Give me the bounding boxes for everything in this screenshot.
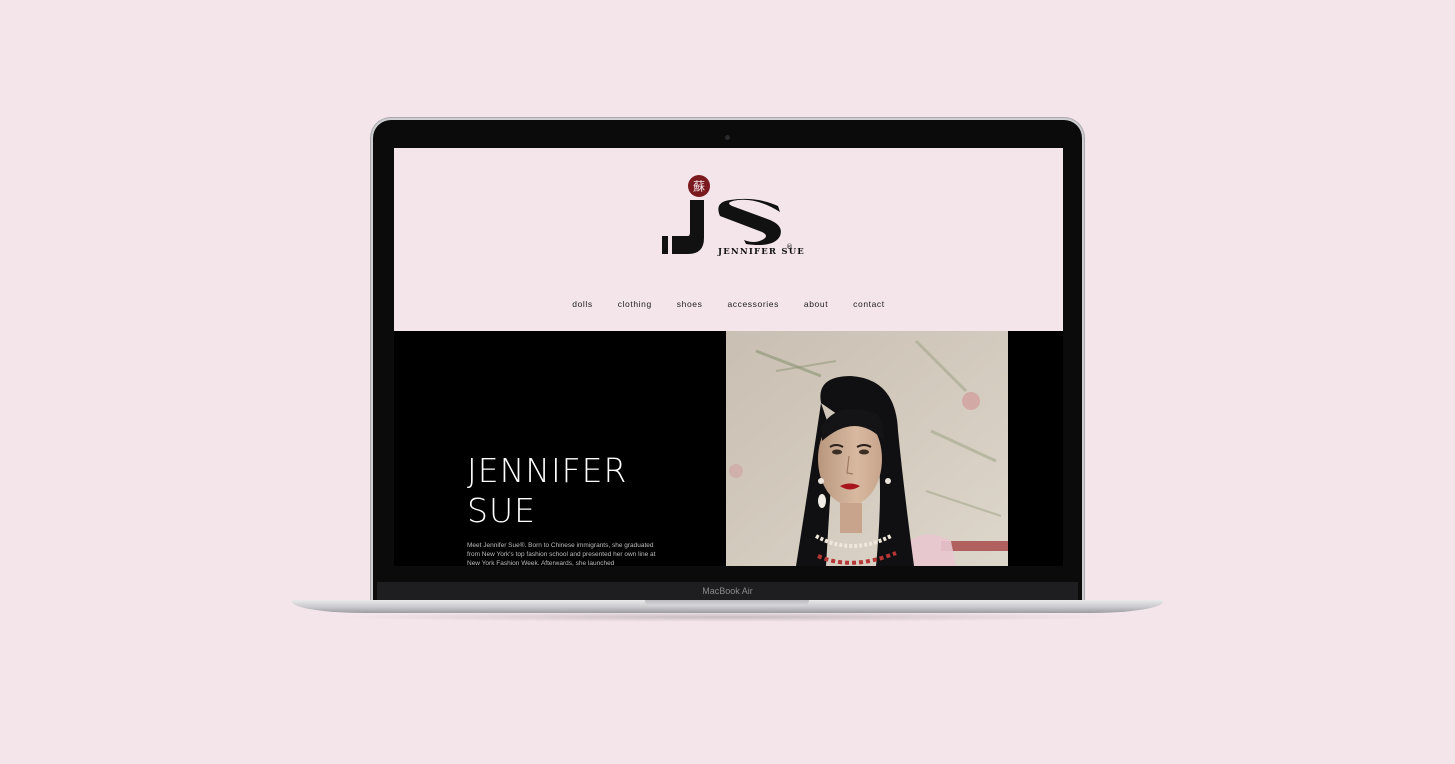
nav-item-accessories[interactable]: accessories <box>727 299 778 309</box>
device-label: MacBook Air <box>702 586 753 596</box>
laptop-shadow <box>330 612 1125 622</box>
laptop-chin: MacBook Air <box>377 582 1078 600</box>
seal-glyph: 蘇 <box>693 180 705 194</box>
nav-item-dolls[interactable]: dolls <box>572 299 592 309</box>
camera-icon <box>725 135 730 140</box>
laptop-notch <box>645 600 809 606</box>
hero-body-text: Meet Jennifer Sue®. Born to Chinese immi… <box>467 542 656 566</box>
hero-title-line1: JENNIFER <box>467 451 628 490</box>
js-monogram-logo-icon[interactable]: 蘇 JENNIFER SUE ® <box>658 174 808 260</box>
laptop-lid: 蘇 JENNIFER SUE ® dolls clothing shoes ac… <box>373 120 1082 604</box>
nav-item-shoes[interactable]: shoes <box>677 299 703 309</box>
main-nav: dolls clothing shoes accessories about c… <box>394 299 1063 309</box>
website-screen: 蘇 JENNIFER SUE ® dolls clothing shoes ac… <box>394 148 1063 566</box>
hero-title: JENNIFER SUE <box>467 451 627 531</box>
registered-mark: ® <box>786 243 793 251</box>
nav-item-clothing[interactable]: clothing <box>618 299 652 309</box>
hero-title-line2: SUE <box>467 491 536 530</box>
doll-portrait-photo <box>726 331 1008 566</box>
site-header: 蘇 JENNIFER SUE ® dolls clothing shoes ac… <box>394 148 1063 331</box>
doll-portrait-icon <box>726 331 1008 566</box>
laptop-base <box>292 600 1163 613</box>
nav-item-contact[interactable]: contact <box>853 299 885 309</box>
letter-s-shape <box>718 198 781 245</box>
nav-item-about[interactable]: about <box>804 299 828 309</box>
